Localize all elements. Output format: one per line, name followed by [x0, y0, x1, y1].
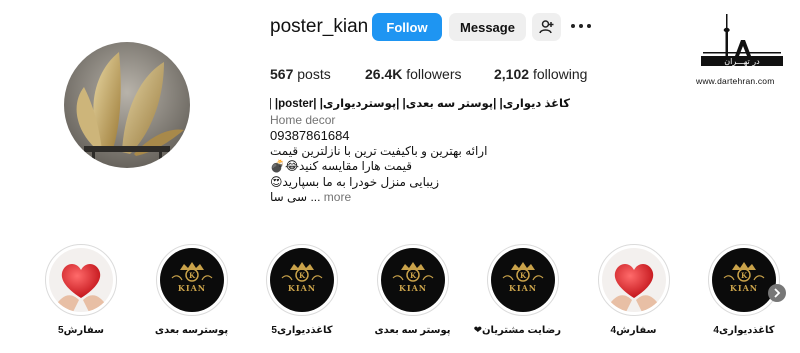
bio-truncated-text: سی سا ...: [270, 190, 321, 204]
followers-label: followers: [406, 66, 462, 82]
kian-logo-image: K KIAN: [159, 248, 224, 312]
profile-bio: کاغذ دیواری| |پوستر سه بعدی| |پوستردیوار…: [270, 97, 570, 206]
heart-image: [49, 248, 113, 312]
highlight-item[interactable]: سفارش5: [43, 244, 119, 336]
kian-logo-image: K KIAN: [491, 248, 555, 312]
svg-text:KIAN: KIAN: [509, 283, 537, 293]
highlight-label: پوسترسه بعدی: [154, 325, 229, 336]
posts-number: 567: [270, 66, 294, 82]
bio-name: کاغذ دیواری| |پوستر سه بعدی| |پوستردیوار…: [270, 98, 570, 110]
highlight-label: کاغذدیواری5: [271, 325, 333, 336]
posts-count: 567 posts: [270, 66, 331, 82]
following-label: following: [532, 66, 588, 82]
svg-text:K: K: [741, 271, 748, 280]
suggest-accounts-button[interactable]: [532, 13, 561, 41]
highlight-item[interactable]: K KIAN پوستر سه بعدی: [375, 244, 451, 336]
kian-logo-image: K KIAN: [380, 248, 445, 312]
highlight-label: سفارش5: [58, 325, 104, 336]
svg-text:KIAN: KIAN: [398, 283, 426, 293]
profile-avatar[interactable]: [64, 42, 190, 168]
svg-text:K: K: [520, 271, 527, 280]
bio-phone: 09387861684: [270, 128, 350, 143]
story-highlights: سفارش5 K KIAN پوسترسه بعدی K KIAN کاغذدیواری5 K…: [0, 240, 800, 350]
highlight-item[interactable]: K KIAN کاغذدیواری5: [264, 244, 340, 336]
highlight-cover[interactable]: [597, 244, 670, 316]
highlights-next-button[interactable]: [768, 284, 786, 302]
message-button[interactable]: Message: [449, 13, 526, 41]
watermark-url: www.dartehran.com: [696, 76, 775, 86]
highlight-cover[interactable]: K KIAN: [708, 244, 780, 316]
kian-logo-image: K KIAN: [270, 248, 334, 312]
heart-image: [601, 248, 666, 312]
highlight-cover[interactable]: K KIAN: [155, 244, 228, 316]
kian-logo-image: K KIAN: [712, 248, 776, 312]
following-link[interactable]: 2,102 following: [494, 66, 587, 82]
posts-label: posts: [297, 66, 331, 82]
svg-text:KIAN: KIAN: [177, 283, 205, 293]
svg-text:K: K: [188, 271, 195, 280]
milad-tower-logo: در تهـــران: [701, 14, 783, 66]
highlight-label: سفارش4: [610, 325, 657, 336]
bio-line-1: ارائه بهترین و باکیفیت ترین با نازلترین …: [270, 143, 488, 158]
avatar-image: [64, 42, 190, 168]
followers-number: 26.4K: [365, 66, 403, 82]
svg-text:KIAN: KIAN: [730, 283, 758, 293]
highlight-item[interactable]: K KIAN رضایت مشتریان❤: [473, 244, 561, 336]
followers-link[interactable]: 26.4K followers: [365, 66, 462, 82]
highlight-item[interactable]: K KIAN پوسترسه بعدی: [154, 244, 230, 336]
highlight-item[interactable]: سفارش4: [596, 244, 672, 336]
bio-more-link[interactable]: more: [324, 190, 351, 204]
following-number: 2,102: [494, 66, 530, 82]
profile-username: poster_kian: [270, 16, 369, 37]
svg-text:KIAN: KIAN: [288, 283, 316, 293]
logo-text: در تهـــران: [724, 57, 760, 66]
svg-text:K: K: [409, 271, 416, 280]
bio-category: Home decor: [270, 112, 336, 127]
highlight-label: کاغذدیواری4: [713, 325, 775, 336]
follow-button[interactable]: Follow: [372, 13, 442, 41]
bio-line-4: سی سا ... more: [270, 190, 570, 206]
highlight-cover[interactable]: [45, 244, 117, 316]
bio-line-3: زیبایی منزل خودرا به ما بسپارید😍: [270, 174, 440, 189]
chevron-right-icon: [774, 288, 781, 298]
highlight-cover[interactable]: K KIAN: [266, 244, 338, 316]
bio-line-2: قیمت هارا مقایسه کنید😂💣: [270, 159, 413, 173]
highlight-cover[interactable]: K KIAN: [376, 244, 449, 316]
highlight-label: پوستر سه بعدی: [374, 325, 451, 336]
person-plus-icon: [538, 20, 553, 34]
more-horizontal-icon[interactable]: [571, 24, 591, 30]
highlight-label: رضایت مشتریان❤: [473, 325, 561, 336]
highlight-cover[interactable]: K KIAN: [487, 244, 559, 316]
svg-text:K: K: [299, 271, 306, 280]
